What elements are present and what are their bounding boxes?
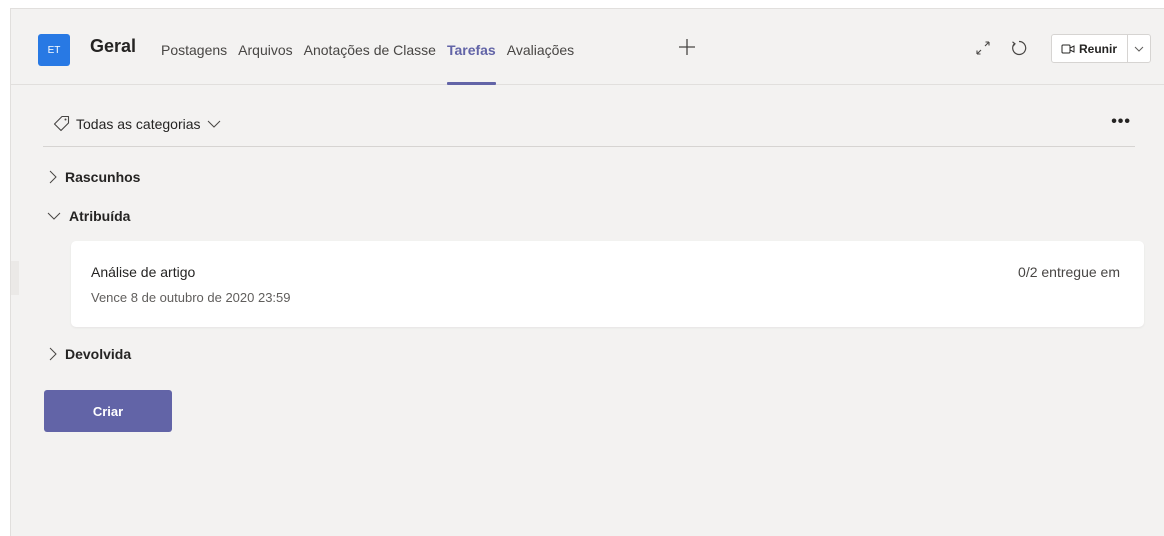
section-assigned-label: Atribuída [69,208,131,224]
section-returned[interactable]: Devolvida [49,346,131,362]
video-camera-icon [1061,44,1075,53]
chevron-down-icon [47,212,61,220]
section-assigned[interactable]: Atribuída [47,208,130,224]
assignment-status: 0/2 entregue em [1018,264,1120,280]
channel-title: Geral [90,36,137,56]
tag-icon [53,115,70,132]
channel-header: ET Geral Postagens Arquivos Anotações de… [11,9,1164,85]
category-filter[interactable]: Todas as categorias [53,115,221,132]
refresh-icon[interactable] [1009,38,1029,58]
category-filter-label: Todas as categorias [76,115,201,132]
meet-now-button[interactable]: Reunir [1052,35,1128,62]
chevron-down-icon [1134,46,1144,52]
assignment-due-date: Vence 8 de outubro de 2020 23:59 [91,290,291,305]
chevron-right-icon [49,170,57,184]
tab-postagens[interactable]: Postagens [161,42,227,85]
chevron-down-icon [207,120,220,128]
tab-bar: Postagens Arquivos Anotações de Classe T… [161,42,585,85]
tab-anotacoes[interactable]: Anotações de Classe [304,42,436,85]
meet-button[interactable]: Reunir [1051,34,1151,63]
tab-avaliacoes[interactable]: Avaliações [507,42,574,85]
assignment-card[interactable]: Análise de artigo Vence 8 de outubro de … [71,241,1144,327]
tab-tarefas[interactable]: Tarefas [446,42,496,85]
meet-dropdown[interactable] [1128,35,1150,62]
filter-bar: Todas as categorias ••• [43,113,1135,147]
app-frame: ET Geral Postagens Arquivos Anotações de… [10,8,1164,536]
chevron-right-icon [49,347,57,361]
create-button[interactable]: Criar [44,390,172,432]
section-returned-label: Devolvida [65,346,132,362]
team-avatar[interactable]: ET [38,34,70,66]
section-drafts-label: Rascunhos [65,169,141,185]
resize-handle[interactable] [11,261,19,295]
add-tab-icon[interactable] [677,37,697,57]
more-options-button[interactable]: ••• [1111,113,1131,131]
meet-label: Reunir [1079,41,1118,56]
section-drafts[interactable]: Rascunhos [49,169,140,185]
tab-arquivos[interactable]: Arquivos [238,42,292,85]
expand-icon[interactable] [974,39,992,57]
assignment-title: Análise de artigo [91,264,196,280]
